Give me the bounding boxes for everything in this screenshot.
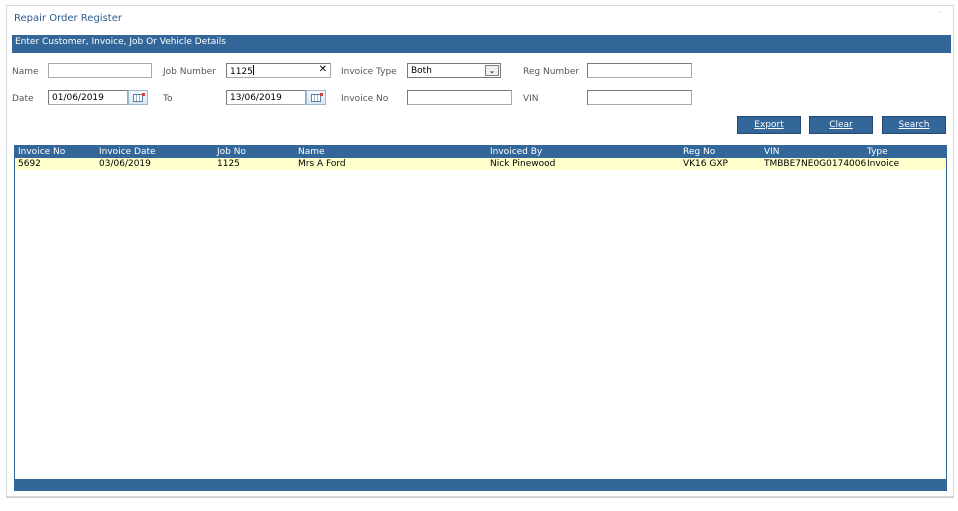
date-to-input[interactable]: 13/06/2019 bbox=[226, 90, 306, 105]
results-grid[interactable]: Invoice No Invoice Date Job No Name Invo… bbox=[14, 145, 947, 491]
column-header-invoiced-by[interactable]: Invoiced By bbox=[490, 146, 542, 158]
column-header-job-no[interactable]: Job No bbox=[217, 146, 246, 158]
cell-reg-no: VK16 GXP bbox=[683, 159, 728, 169]
date-label: Date bbox=[12, 94, 34, 104]
grid-header: Invoice No Invoice Date Job No Name Invo… bbox=[15, 146, 946, 158]
invoice-type-value: Both bbox=[411, 66, 432, 76]
cell-vin: TMBBE7NE0G0174006 bbox=[764, 159, 867, 169]
column-header-type[interactable]: Type bbox=[867, 146, 888, 158]
job-number-value: 1125 bbox=[230, 67, 253, 77]
column-header-invoice-no[interactable]: Invoice No bbox=[18, 146, 65, 158]
text-caret bbox=[252, 65, 254, 75]
name-input[interactable] bbox=[48, 63, 152, 78]
column-header-invoice-date[interactable]: Invoice Date bbox=[99, 146, 156, 158]
invoice-type-label: Invoice Type bbox=[341, 67, 397, 77]
reg-number-label: Reg Number bbox=[523, 67, 580, 77]
cell-invoice-date: 03/06/2019 bbox=[99, 159, 151, 169]
invoice-no-label: Invoice No bbox=[341, 94, 389, 104]
search-button[interactable]: Search bbox=[882, 116, 946, 134]
cell-invoice-no: 5692 bbox=[18, 159, 41, 169]
calendar-icon[interactable] bbox=[128, 90, 148, 105]
calendar-icon[interactable] bbox=[306, 90, 326, 105]
invoice-type-select[interactable]: Both ⌄ bbox=[407, 63, 501, 78]
window-title: Repair Order Register bbox=[14, 13, 122, 24]
job-number-label: Job Number bbox=[163, 67, 216, 77]
cell-type: Invoice bbox=[867, 159, 900, 169]
repair-order-register-panel: Repair Order Register ·· Enter Customer,… bbox=[6, 5, 954, 497]
column-header-name[interactable]: Name bbox=[298, 146, 325, 158]
name-label: Name bbox=[12, 67, 39, 77]
job-number-input[interactable]: 1125 ✕ bbox=[226, 63, 331, 78]
cell-invoiced-by: Nick Pinewood bbox=[490, 159, 556, 169]
resize-grip-icon: ·· bbox=[937, 8, 943, 17]
cell-job-no: 1125 bbox=[217, 159, 240, 169]
grid-footer bbox=[15, 479, 946, 490]
cell-name: Mrs A Ford bbox=[298, 159, 346, 169]
bottom-divider bbox=[6, 497, 954, 498]
vin-input[interactable] bbox=[587, 90, 692, 105]
chevron-down-icon[interactable]: ⌄ bbox=[485, 65, 499, 76]
filters-header: Enter Customer, Invoice, Job Or Vehicle … bbox=[12, 35, 951, 53]
column-header-vin[interactable]: VIN bbox=[764, 146, 780, 158]
export-button[interactable]: Export bbox=[737, 116, 801, 134]
column-header-reg-no[interactable]: Reg No bbox=[683, 146, 715, 158]
invoice-no-input[interactable] bbox=[407, 90, 512, 105]
clear-button[interactable]: Clear bbox=[809, 116, 873, 134]
reg-number-input[interactable] bbox=[587, 63, 692, 78]
vin-label: VIN bbox=[523, 94, 539, 104]
table-row[interactable]: 5692 03/06/2019 1125 Mrs A Ford Nick Pin… bbox=[15, 158, 946, 170]
date-from-input[interactable]: 01/06/2019 bbox=[48, 90, 128, 105]
to-label: To bbox=[163, 94, 173, 104]
clear-x-icon[interactable]: ✕ bbox=[319, 64, 327, 76]
